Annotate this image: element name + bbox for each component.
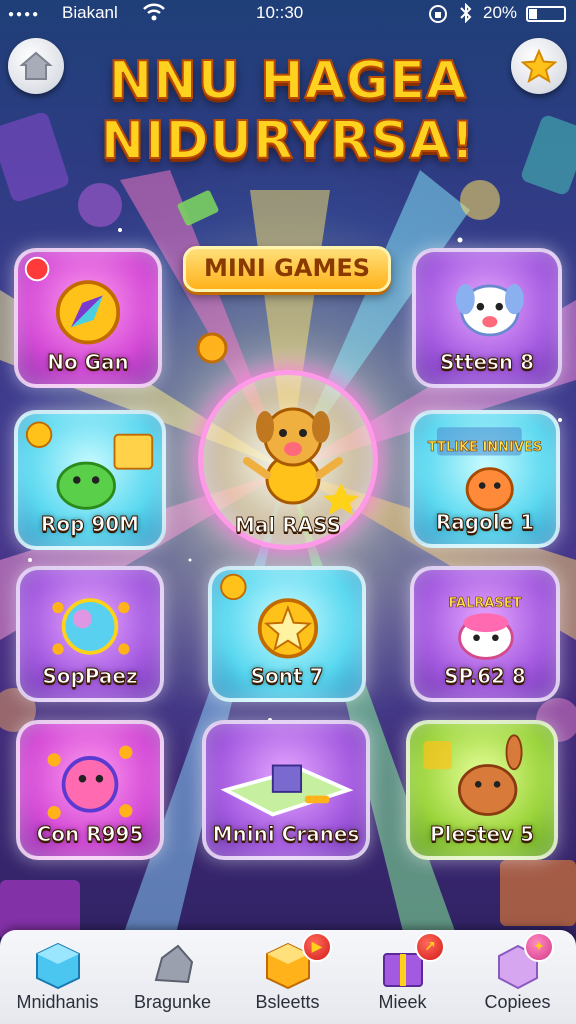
tile-label: Plestev 5 <box>429 822 535 847</box>
clock: 10::30 <box>256 3 304 22</box>
game-tile-soppaez[interactable]: SopPaez <box>16 566 164 702</box>
signal-dots-icon: ●●●● <box>8 9 41 20</box>
tile-caption: FALRASET <box>448 596 522 612</box>
game-tile-mal-rass[interactable]: Mal RASS <box>198 370 378 550</box>
tab-label: Bragunke <box>133 992 212 1012</box>
tab-bsleetts[interactable]: ▶ Bsleetts <box>230 930 345 1024</box>
tab-bragunke[interactable]: Bragunke <box>115 930 230 1024</box>
game-tile-sp62[interactable]: FALRASET SP.62 8 <box>410 566 560 702</box>
battery-icon <box>526 6 566 22</box>
tab-label: Mieek <box>378 992 427 1012</box>
game-tile-mnini-cranes[interactable]: Mnini Cranes <box>202 720 370 860</box>
tile-label: SopPaez <box>42 664 138 689</box>
game-tile-rop[interactable]: Rop 90M <box>14 410 166 550</box>
bluetooth-icon <box>458 2 474 28</box>
tab-copiees[interactable]: ✦ Copiees <box>460 930 575 1024</box>
status-bar: ●●●● Biakanl 10::30 20% <box>0 0 576 28</box>
tile-label: Mnini Cranes <box>212 822 360 847</box>
game-title-line1: NNU HAGEA <box>108 51 468 111</box>
notification-badge-icon: ▶ <box>302 932 332 962</box>
game-tile-no-gan[interactable]: No Gan <box>14 248 162 388</box>
tile-label: Mal RASS <box>234 513 341 538</box>
mini-games-banner[interactable]: MINI GAMES <box>183 246 391 292</box>
tab-label: Bsleetts <box>255 992 320 1012</box>
tile-label: SP.62 8 <box>444 664 527 689</box>
tile-label: Sont 7 <box>250 664 324 689</box>
tab-label: Copiees <box>484 992 551 1012</box>
game-tile-ragole[interactable]: TTLIKE INNIVES Ragole 1 <box>410 410 560 548</box>
blue-cube-icon <box>36 942 80 990</box>
game-title-line2: NIDURYRSA! <box>100 111 476 171</box>
notification-badge-icon: ↗ <box>415 932 445 962</box>
wifi-icon <box>142 2 166 27</box>
gray-rock-icon <box>154 944 194 984</box>
bottom-tab-bar: Mnidhanis Bragunke ▶ Bsleetts ↗ Mieek ✦ … <box>0 930 576 1024</box>
tile-label: Ragole 1 <box>435 510 535 535</box>
tab-mieek[interactable]: ↗ Mieek <box>345 930 460 1024</box>
tile-label: Rop 90M <box>40 512 140 537</box>
tab-label: Mnidhanis <box>16 992 99 1012</box>
game-tile-sttesn[interactable]: Sttesn 8 <box>412 248 562 388</box>
notification-badge-icon: ✦ <box>524 932 554 962</box>
tile-label: No Gan <box>47 350 130 375</box>
carrier-name: Biakanl <box>62 3 118 22</box>
tile-label: Sttesn 8 <box>439 350 535 375</box>
tile-label: Con R995 <box>36 822 144 847</box>
game-tile-plestev[interactable]: Plestev 5 <box>406 720 558 860</box>
tab-mnidhanis[interactable]: Mnidhanis <box>0 930 115 1024</box>
game-tile-con[interactable]: Con R995 <box>16 720 164 860</box>
battery-percent: 20% <box>483 3 518 22</box>
tile-caption: TTLIKE INNIVES <box>427 440 543 456</box>
game-tile-sont[interactable]: Sont 7 <box>208 566 366 702</box>
rotation-lock-icon <box>428 4 448 29</box>
